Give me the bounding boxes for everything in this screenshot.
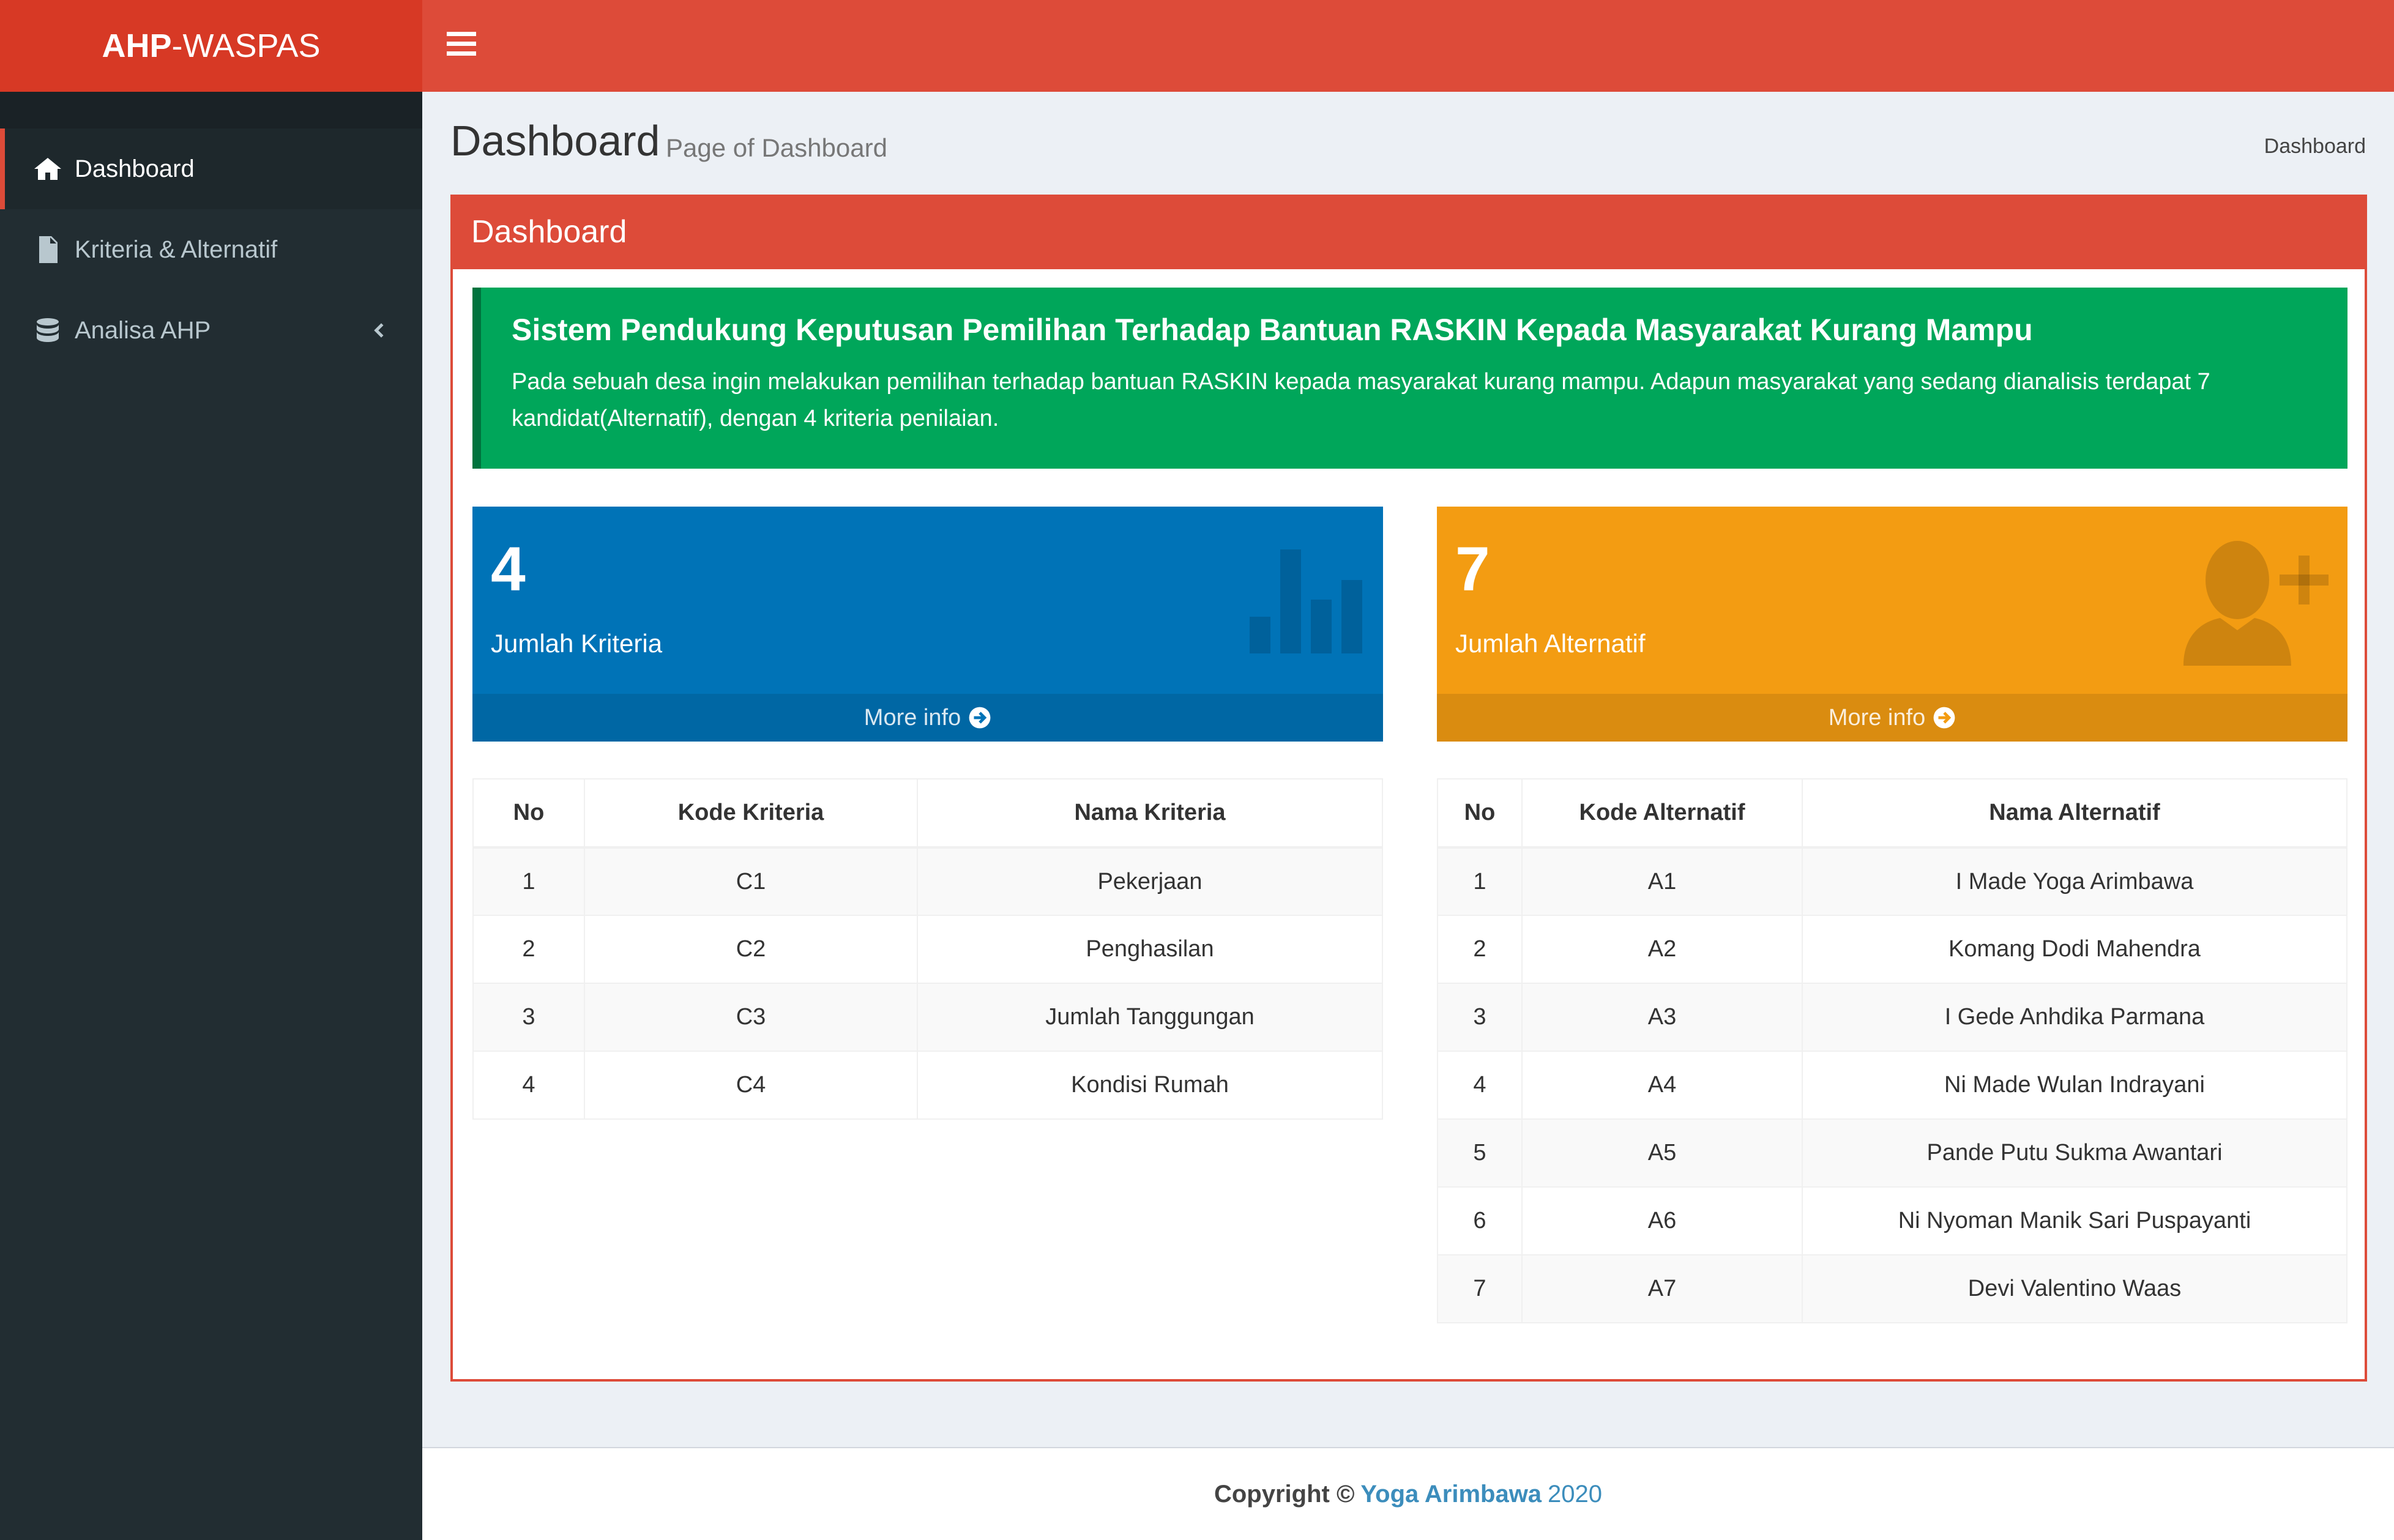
- kriteria-table: No Kode Kriteria Nama Kriteria 1 C1 Pekerj…: [472, 778, 1383, 1120]
- table-cell: 2: [472, 915, 585, 984]
- callout-title: Sistem Pendukung Keputusan Pemilihan Ter…: [512, 313, 2033, 347]
- table-cell: A4: [1521, 1051, 1803, 1120]
- more-info-link[interactable]: More info: [472, 694, 1383, 742]
- column-header: Nama Alternatif: [1802, 778, 2347, 849]
- table-row: 5 A5 Pande Putu Sukma Awantari: [1437, 1118, 2347, 1188]
- table-cell: 2: [1437, 915, 1523, 984]
- table-cell: C1: [584, 847, 918, 916]
- table-cell: Ni Made Wulan Indrayani: [1802, 1051, 2347, 1120]
- column-header: No: [472, 778, 585, 849]
- table-cell: 4: [472, 1051, 585, 1120]
- table-cell: Pande Putu Sukma Awantari: [1802, 1118, 2347, 1188]
- page-title: Dashboard: [450, 117, 660, 165]
- table-row: 2 C2 Penghasilan: [472, 915, 1383, 984]
- page-subtitle: Page of Dashboard: [666, 133, 887, 162]
- column-header: No: [1437, 778, 1523, 849]
- table-row: 3 C3 Jumlah Tanggungan: [472, 983, 1383, 1052]
- sidebar-item-dashboard[interactable]: Dashboard: [0, 128, 422, 209]
- table-header-row: No Kode Kriteria Nama Kriteria: [472, 778, 1383, 849]
- table-cell: 4: [1437, 1051, 1523, 1120]
- info-callout: Sistem Pendukung Keputusan Pemilihan Ter…: [472, 288, 2347, 469]
- table-cell: 6: [1437, 1186, 1523, 1255]
- sidebar-top-strip: [0, 92, 422, 128]
- home-icon: [34, 158, 61, 180]
- table-cell: I Gede Anhdika Parmana: [1802, 983, 2347, 1052]
- arrow-circle-right-icon: [969, 707, 991, 729]
- table-cell: 1: [472, 847, 585, 916]
- chevron-left-icon[interactable]: [371, 321, 389, 340]
- column-header: Kode Kriteria: [584, 778, 918, 849]
- more-info-link[interactable]: More info: [1437, 694, 2347, 742]
- table-cell: I Made Yoga Arimbawa: [1802, 847, 2347, 916]
- sidebar-item-kriteria-alternatif[interactable]: Kriteria & Alternatif: [0, 209, 422, 290]
- column-header: Kode Alternatif: [1521, 778, 1803, 849]
- logo-bold: AHP: [102, 28, 172, 64]
- app-logo[interactable]: AHP -WASPAS: [0, 0, 422, 92]
- box-title: Dashboard: [450, 195, 2367, 269]
- table-cell: 5: [1437, 1118, 1523, 1188]
- table-row: 1 A1 I Made Yoga Arimbawa: [1437, 847, 2347, 916]
- table-cell: C2: [584, 915, 918, 984]
- dashboard-box: Dashboard Sistem Pendukung Keputusan Pem…: [450, 195, 2367, 1382]
- stat-value: 4: [491, 534, 526, 604]
- table-cell: Penghasilan: [917, 915, 1383, 984]
- sidebar-item-label: Kriteria & Alternatif: [75, 236, 278, 263]
- table-cell: A3: [1521, 983, 1803, 1052]
- stat-value: 7: [1455, 534, 1490, 604]
- table-cell: A6: [1521, 1186, 1803, 1255]
- table-cell: Jumlah Tanggungan: [917, 983, 1383, 1052]
- table-cell: C3: [584, 983, 918, 1052]
- more-info-label: More info: [863, 704, 961, 731]
- stat-box-alternatif: 7 Jumlah Alternatif More info: [1437, 507, 2347, 742]
- table-row: 3 A3 I Gede Anhdika Parmana: [1437, 983, 2347, 1052]
- copyright-year: 2020: [1548, 1480, 1603, 1508]
- alternatif-table: No Kode Alternatif Nama Alternatif 1 A1 I …: [1437, 778, 2347, 1323]
- sidebar-item-label: Analisa AHP: [75, 316, 211, 344]
- more-info-label: More info: [1828, 704, 1926, 731]
- table-row: 1 C1 Pekerjaan: [472, 847, 1383, 916]
- column-header: Nama Kriteria: [917, 778, 1383, 849]
- table-cell: Devi Valentino Waas: [1802, 1254, 2347, 1323]
- table-cell: 3: [1437, 983, 1523, 1052]
- stat-label: Jumlah Kriteria: [491, 629, 663, 658]
- page-footer: Copyright © Yoga Arimbawa 2020: [422, 1447, 2394, 1540]
- bar-chart-icon: [1250, 549, 1362, 653]
- table-row: 6 A6 Ni Nyoman Manik Sari Puspayanti: [1437, 1186, 2347, 1255]
- sidebar-item-label: Dashboard: [75, 155, 195, 182]
- file-icon: [39, 236, 58, 263]
- arrow-circle-right-icon: [1933, 707, 1955, 729]
- author-link[interactable]: Yoga Arimbawa: [1360, 1481, 1542, 1508]
- database-icon: [37, 318, 59, 342]
- table-cell: Ni Nyoman Manik Sari Puspayanti: [1802, 1186, 2347, 1255]
- sidebar-item-analisa-ahp[interactable]: Analisa AHP: [0, 290, 422, 371]
- table-cell: Kondisi Rumah: [917, 1051, 1383, 1120]
- table-cell: A7: [1521, 1254, 1803, 1323]
- table-row: 4 A4 Ni Made Wulan Indrayani: [1437, 1051, 2347, 1120]
- copyright-text: Copyright ©: [1214, 1480, 1355, 1508]
- table-header-row: No Kode Alternatif Nama Alternatif: [1437, 778, 2347, 849]
- table-row: 4 C4 Kondisi Rumah: [472, 1051, 1383, 1120]
- breadcrumb[interactable]: Dashboard: [2264, 135, 2366, 158]
- callout-text: Pada sebuah desa ingin melakukan pemilih…: [512, 369, 2210, 431]
- table-cell: Komang Dodi Mahendra: [1802, 915, 2347, 984]
- top-navbar: [422, 0, 2394, 92]
- sidebar: Dashboard Kriteria & Alternatif Analisa …: [0, 92, 422, 1540]
- table-row: 7 A7 Devi Valentino Waas: [1437, 1254, 2347, 1323]
- table-row: 2 A2 Komang Dodi Mahendra: [1437, 915, 2347, 984]
- stat-box-kriteria: 4 Jumlah Kriteria More info: [472, 507, 1383, 742]
- table-cell: Pekerjaan: [917, 847, 1383, 916]
- table-cell: A1: [1521, 847, 1803, 916]
- table-cell: A2: [1521, 915, 1803, 984]
- table-cell: 7: [1437, 1254, 1523, 1323]
- table-cell: 1: [1437, 847, 1523, 916]
- stat-label: Jumlah Alternatif: [1455, 629, 1646, 658]
- table-cell: 3: [472, 983, 585, 1052]
- menu-toggle-icon[interactable]: [447, 32, 476, 60]
- logo-rest: -WASPAS: [171, 28, 321, 64]
- user-plus-icon: [2183, 541, 2329, 666]
- table-cell: C4: [584, 1051, 918, 1120]
- table-cell: A5: [1521, 1118, 1803, 1188]
